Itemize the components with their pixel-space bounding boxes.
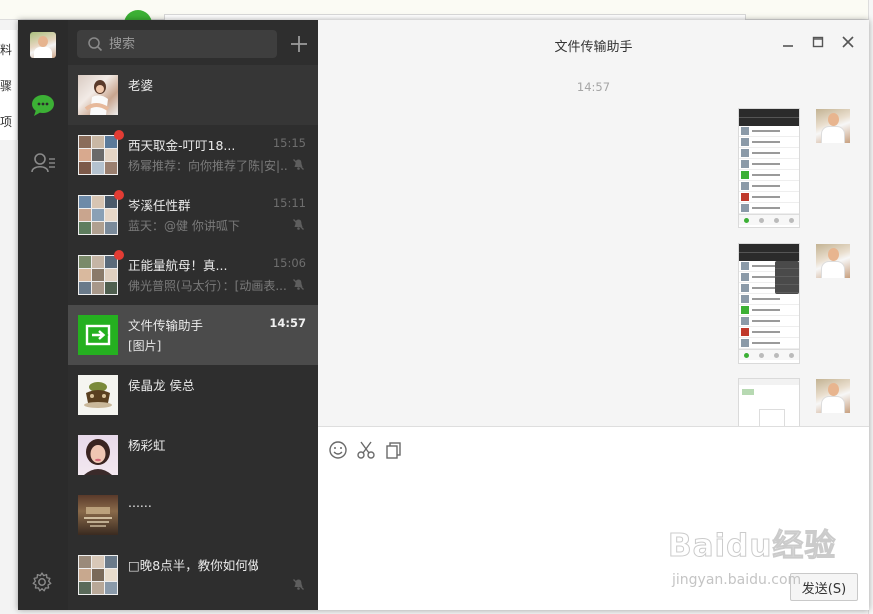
conversation-item[interactable]: 杨彩虹 bbox=[68, 425, 318, 485]
conversation-list: 老婆 西天取金-叮叮18... 15:15 杨幂推荐：向你推荐了陈|安|... bbox=[68, 65, 318, 605]
my-avatar[interactable] bbox=[30, 32, 56, 58]
minimize-icon[interactable] bbox=[780, 34, 796, 50]
search-box[interactable] bbox=[77, 30, 277, 58]
mute-icon bbox=[293, 159, 304, 170]
maximize-icon[interactable] bbox=[810, 34, 826, 50]
watermark: Baidu经验 jingyan.baidu.com bbox=[667, 520, 868, 610]
mute-icon bbox=[293, 279, 304, 290]
mute-icon bbox=[293, 579, 304, 590]
mute-icon bbox=[293, 219, 304, 230]
conversation-item[interactable]: 老婆 bbox=[68, 65, 318, 125]
group-avatar bbox=[78, 195, 118, 235]
avatar[interactable] bbox=[816, 109, 850, 143]
icon-rail bbox=[18, 20, 68, 610]
image-message[interactable] bbox=[738, 243, 800, 364]
avatar bbox=[78, 375, 118, 415]
conversation-item[interactable]: 岑溪任性群 15:11 蓝天：@健 你讲呱下 bbox=[68, 185, 318, 245]
background-text: 骤 bbox=[0, 79, 13, 93]
conversation-name: 西天取金-叮叮18... bbox=[128, 138, 236, 153]
conversation-name: ...... bbox=[128, 495, 152, 510]
conversation-time: 15:06 bbox=[272, 256, 306, 270]
avatar[interactable] bbox=[816, 379, 850, 413]
file-icon[interactable] bbox=[384, 440, 404, 460]
group-avatar bbox=[78, 255, 118, 295]
avatar bbox=[78, 495, 118, 535]
search-input[interactable] bbox=[109, 30, 269, 58]
emoji-icon[interactable] bbox=[328, 440, 348, 460]
unread-dot bbox=[114, 250, 124, 260]
conversation-item[interactable]: □晚8点半，教你如何做微商精英 bbox=[68, 545, 318, 605]
close-icon[interactable] bbox=[840, 34, 856, 50]
file-transfer-icon bbox=[78, 315, 118, 355]
conversation-name: 岑溪任性群 bbox=[128, 198, 191, 213]
conversation-name: 侯晶龙 侯总 bbox=[128, 378, 195, 393]
conversation-name: 老婆 bbox=[128, 78, 154, 93]
conversation-name: 文件传输助手 bbox=[128, 318, 204, 333]
search-icon bbox=[88, 37, 103, 52]
contacts-icon[interactable] bbox=[30, 150, 56, 176]
conversation-item[interactable]: 正能量航母！真... 15:06 佛光普照(马太行）：[动画表... bbox=[68, 245, 318, 305]
conversation-name: 正能量航母！真... bbox=[128, 258, 228, 273]
avatar bbox=[78, 75, 118, 115]
unread-dot bbox=[114, 130, 124, 140]
conversation-name: □晚8点半，教你如何做微商精英 bbox=[128, 558, 258, 573]
watermark-url: jingyan.baidu.com bbox=[672, 572, 802, 588]
image-message[interactable] bbox=[738, 378, 800, 426]
conversation-item[interactable]: 西天取金-叮叮18... 15:15 杨幂推荐：向你推荐了陈|安|... bbox=[68, 125, 318, 185]
chat-icon[interactable] bbox=[30, 92, 56, 118]
conversation-preview: [图片] bbox=[128, 339, 162, 353]
conversation-sidebar: 老婆 西天取金-叮叮18... 15:15 杨幂推荐：向你推荐了陈|安|... bbox=[68, 20, 318, 610]
conversation-time: 14:57 bbox=[269, 316, 306, 330]
conversation-preview: 佛光普照(马太行）：[动画表... bbox=[128, 279, 287, 293]
conversation-time: 15:15 bbox=[272, 136, 306, 150]
message-timestamp: 14:57 bbox=[576, 80, 611, 94]
conversation-time: 15:11 bbox=[272, 196, 306, 210]
unread-dot bbox=[114, 190, 124, 200]
background-text: 料 bbox=[0, 43, 13, 57]
background-text: 项 bbox=[0, 115, 13, 129]
scissors-icon[interactable] bbox=[356, 440, 376, 460]
avatar[interactable] bbox=[816, 244, 850, 278]
group-avatar bbox=[78, 135, 118, 175]
conversation-name: 杨彩虹 bbox=[128, 438, 166, 453]
plus-icon[interactable] bbox=[288, 33, 310, 55]
conversation-item[interactable]: 侯晶龙 侯总 bbox=[68, 365, 318, 425]
conversation-preview: 杨幂推荐：向你推荐了陈|安|... bbox=[128, 159, 288, 173]
group-avatar bbox=[78, 555, 118, 595]
watermark-logo: Baidu经验 bbox=[667, 528, 837, 565]
avatar bbox=[78, 435, 118, 475]
gear-icon[interactable] bbox=[31, 571, 53, 593]
conversation-item[interactable]: ...... bbox=[68, 485, 318, 545]
conversation-item-file-transfer[interactable]: 文件传输助手 14:57 [图片] bbox=[68, 305, 318, 365]
image-message[interactable] bbox=[738, 108, 800, 228]
conversation-preview: 蓝天：@健 你讲呱下 bbox=[128, 219, 240, 233]
